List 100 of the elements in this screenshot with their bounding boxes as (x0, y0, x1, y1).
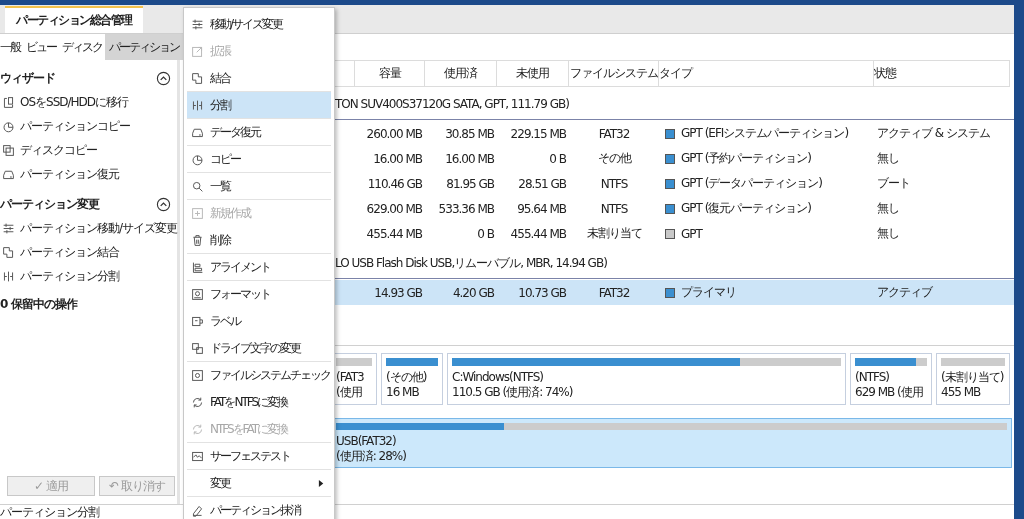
label-icon (191, 315, 204, 328)
copy-icon (2, 143, 15, 157)
expand-icon (191, 45, 204, 58)
partition-info: 16 MB (386, 385, 420, 400)
column-header[interactable]: 状態 (874, 61, 1010, 86)
ribbon-tab[interactable]: パーティション (105, 34, 183, 60)
table-cell-text: 無し (876, 200, 900, 217)
menu-item[interactable]: ドライブ文字の変更 (187, 335, 331, 362)
column-header[interactable]: 使用済 (425, 61, 497, 86)
partition-row[interactable]: 14.93 GB 4.20 GB 10.73 GB FAT32 プライマリ アクティブ (335, 280, 1014, 305)
table-cell-text: 81.95 GB (445, 175, 495, 193)
menu-item[interactable]: ファイルシステムチェック (187, 362, 331, 389)
table-cell-text: 455.44 MB (509, 225, 567, 243)
sidebar-item[interactable]: パーティションコピー (0, 114, 177, 138)
menu-item[interactable]: ラベル (187, 308, 331, 335)
partition-info: 629 MB (使用 (855, 385, 924, 400)
partition-row[interactable]: 455.44 MB 0 B 455.44 MB 未割り当て GPT 無し (335, 221, 1014, 246)
sidebar-item[interactable]: ディスクコピー (0, 138, 177, 162)
table-cell-text: NTFS (599, 200, 629, 218)
ribbon-tab[interactable]: 一般 (0, 34, 23, 60)
column-header[interactable]: 未使用 (497, 61, 569, 86)
pie-icon (2, 119, 15, 133)
partition-block[interactable]: USB(FAT32) (使用済: 28%) (335, 418, 1012, 468)
collapse-icon[interactable] (156, 70, 171, 86)
menu-item[interactable]: 移動/サイズ変更 (187, 11, 331, 38)
split-icon (2, 269, 15, 283)
sidebar-item[interactable]: パーティション結合 (0, 240, 177, 264)
menu-item[interactable]: 分割 (187, 92, 331, 119)
chart-icon (191, 449, 204, 463)
ribbon-tab[interactable]: ディスク (59, 34, 105, 60)
disk-header: TON SUV400S37120G SATA, GPT, 111.79 GB) (335, 89, 1014, 120)
table-cell: GPT (EFIシステムパーティション) (681, 125, 849, 142)
sidebar-item[interactable]: OSをSSD/HDDに移行 (0, 90, 177, 114)
menu-item[interactable]: 一覧 (187, 173, 331, 200)
partition-info: (使用 (336, 385, 363, 400)
partition-row[interactable]: 110.46 GB 81.95 GB 28.51 GB NTFS GPT (データパーティション) ブート (335, 171, 1014, 196)
partition-info: (使用済: 28%) (336, 449, 407, 464)
sidebar-item[interactable]: パーティション分割 (0, 264, 177, 288)
menu-item[interactable]: 削除 (187, 227, 331, 254)
main-tab[interactable]: パーティション総合管理 (5, 6, 143, 33)
squares-icon (191, 341, 204, 355)
menu-item[interactable]: コピー (187, 146, 331, 173)
table-cell-text: ブート (876, 175, 911, 192)
table-cell-text: 4.20 GB (451, 284, 495, 302)
table-cell-text: 260.00 MB (365, 125, 423, 143)
table-cell: プライマリ (681, 284, 736, 301)
partition-name: USB(FAT32) (336, 434, 397, 449)
partition-block[interactable]: (その他) 16 MB (381, 353, 443, 405)
menu-item[interactable]: アライメント (187, 254, 331, 281)
partition-name: (NTFS) (855, 370, 890, 385)
column-header[interactable]: 容量 (355, 61, 425, 86)
table-cell-text: 30.85 MB (444, 125, 495, 143)
menu-item[interactable]: データ復元 (187, 119, 331, 146)
table-cell: GPT (予約パーティション) (681, 150, 812, 167)
menu-item[interactable]: サーフェステスト (187, 443, 331, 470)
partition-info: 110.5 GB (使用済: 74%) (452, 385, 574, 400)
table-cell-text: 無し (876, 150, 900, 167)
ribbon-tab[interactable]: ビュー (23, 34, 59, 60)
table-cell-text: 455.44 MB (365, 225, 423, 243)
table-cell: GPT (復元パーティション) (681, 200, 812, 217)
pending-operations: 0 保留中の操作 (0, 295, 79, 313)
table-cell-text: その他 (596, 150, 632, 167)
partition-block[interactable]: C:Windows(NTFS) 110.5 GB (使用済: 74%) (447, 353, 846, 405)
disk-header: LO USB Flash Disk USB,リムーバブル, MBR, 14.94 GB) (335, 248, 1014, 279)
squares-icon (191, 71, 204, 85)
partition-block[interactable]: (未割り当て) 455 MB (936, 353, 1010, 405)
column-header[interactable]: タイプ (659, 61, 874, 86)
eraser-icon (191, 504, 204, 517)
trash-icon (191, 233, 204, 247)
partition-block[interactable]: (NTFS) 629 MB (使用 (850, 353, 932, 405)
plus-icon (191, 207, 204, 220)
sliders-icon (2, 221, 15, 235)
refresh-icon (191, 422, 204, 436)
pie-icon (191, 152, 204, 166)
refresh-icon (191, 396, 204, 409)
table-cell-text: 28.51 GB (517, 175, 567, 193)
table-cell-text: アクティブ (876, 284, 934, 301)
table-cell-text: FAT32 (597, 284, 631, 302)
table-cell-text: 229.15 MB (509, 125, 567, 143)
table-cell-text: 533.36 MB (437, 200, 495, 218)
table-cell-text: NTFS (599, 175, 629, 193)
sidebar-item[interactable]: パーティション移動/サイズ変更 (0, 216, 177, 240)
table-cell-text: 16.00 MB (444, 150, 495, 168)
table-cell-text: 95.64 MB (516, 200, 567, 218)
partition-info: 455 MB (941, 385, 982, 400)
partition-row[interactable]: 629.00 MB 533.36 MB 95.64 MB NTFS GPT (復元パーティション) 無し (335, 196, 1014, 221)
collapse-icon[interactable] (156, 196, 171, 212)
split-icon (191, 98, 204, 112)
column-header[interactable]: ファイルシステム (569, 61, 659, 86)
table-cell-text: 629.00 MB (365, 200, 423, 218)
partition-name: (未割り当て) (941, 370, 1005, 385)
table-cell-text: 14.93 GB (373, 284, 423, 302)
menu-item[interactable]: パーティション抹消 (187, 497, 331, 519)
sidebar-item[interactable]: パーティション復元 (0, 162, 177, 186)
table-cell-text: 110.46 GB (366, 175, 423, 193)
partition-row[interactable]: 16.00 MB 16.00 MB 0 B その他 GPT (予約パーティション) 無し (335, 146, 1014, 171)
menu-item[interactable]: FATをNTFSに変換 (187, 389, 331, 416)
menu-item[interactable]: 変更 (187, 470, 331, 497)
partition-row[interactable]: 260.00 MB 30.85 MB 229.15 MB FAT32 GPT (EFIシステムパーティション) アクティブ & システム (335, 121, 1014, 146)
menu-item[interactable]: フォーマット (187, 281, 331, 308)
